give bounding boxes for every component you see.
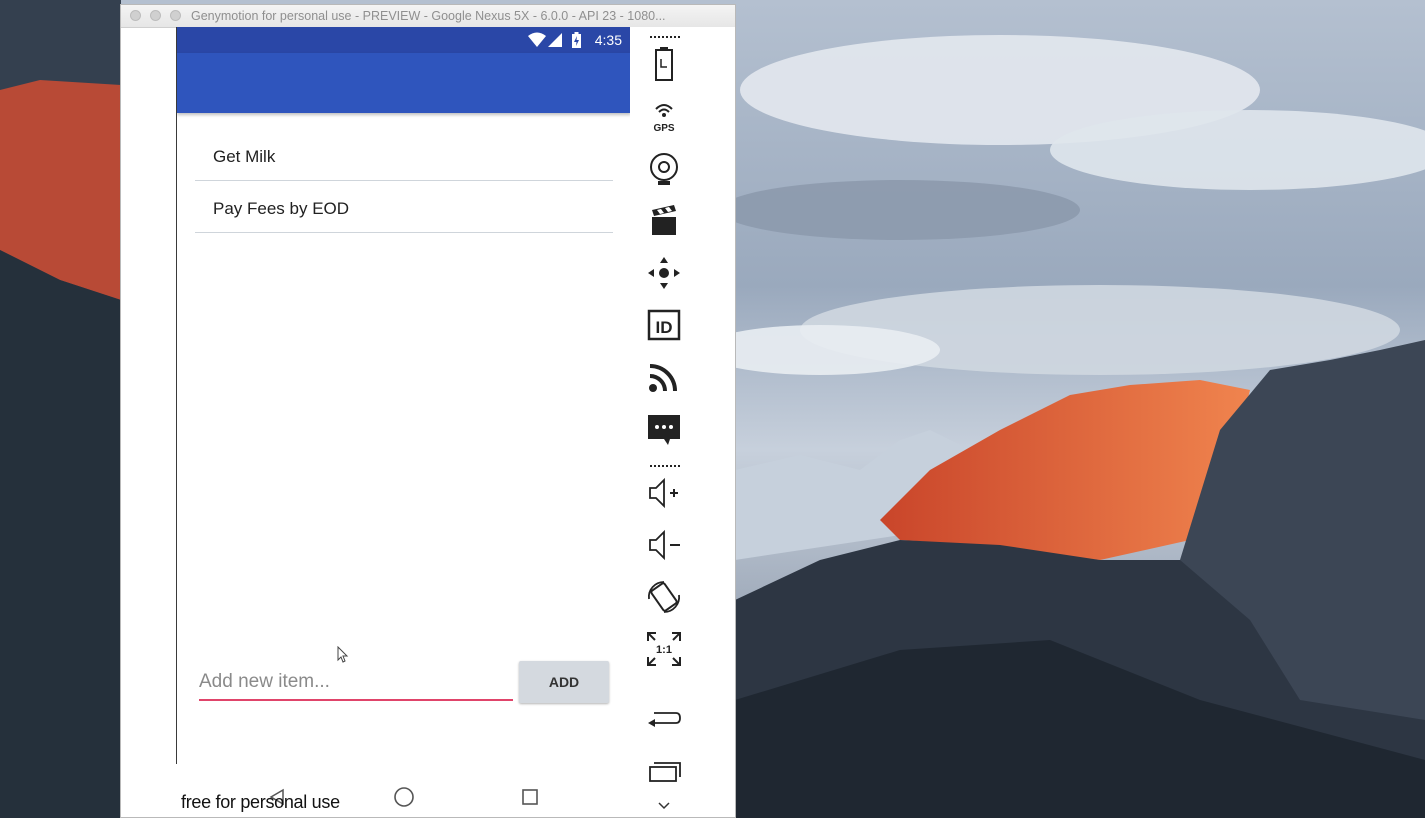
emulator-window: Genymotion for personal use - PREVIEW - … (121, 5, 735, 817)
sms-icon[interactable] (644, 409, 684, 449)
recent-apps-icon[interactable] (644, 753, 684, 793)
webcam-icon[interactable] (644, 149, 684, 189)
new-item-input[interactable] (199, 665, 513, 701)
window-title: Genymotion for personal use - PREVIEW - … (191, 9, 666, 23)
app-bar (177, 53, 631, 113)
list-item[interactable]: Pay Fees by EOD (195, 181, 613, 233)
minimize-window-button[interactable] (150, 10, 161, 21)
cell-signal-icon (548, 33, 562, 47)
close-window-button[interactable] (130, 10, 141, 21)
zoom-window-button[interactable] (170, 10, 181, 21)
status-bar: 4:35 (177, 27, 631, 53)
back-icon[interactable] (644, 699, 684, 739)
nav-home-icon[interactable] (393, 786, 415, 808)
mouse-cursor-icon (337, 646, 349, 663)
nav-recents-icon[interactable] (521, 788, 539, 806)
wifi-icon (528, 32, 546, 47)
side-toolbar: GPS ID 1:1 (630, 27, 735, 817)
dpad-icon[interactable] (644, 253, 684, 293)
device-screen[interactable]: 4:35 Get Milk Pay Fees by EOD ADD (176, 27, 632, 764)
pixel-perfect-icon[interactable]: 1:1 (644, 629, 684, 669)
add-button[interactable]: ADD (519, 661, 609, 703)
list-item[interactable]: Get Milk (195, 129, 613, 181)
network-icon[interactable] (644, 357, 684, 397)
toolbar-separator (650, 36, 680, 38)
device-id-icon[interactable]: ID (644, 305, 684, 345)
volume-down-icon[interactable] (644, 525, 684, 565)
svg-text:ID: ID (656, 318, 673, 337)
rotate-icon[interactable] (644, 577, 684, 617)
gps-icon[interactable]: GPS (644, 97, 684, 137)
capture-icon[interactable] (644, 201, 684, 241)
battery-charging-icon (572, 32, 581, 48)
status-time: 4:35 (594, 32, 622, 48)
battery-icon[interactable] (644, 45, 684, 85)
toolbar-separator (650, 465, 680, 467)
window-titlebar: Genymotion for personal use - PREVIEW - … (121, 5, 735, 28)
navigation-bar: free for personal use (176, 764, 631, 817)
chevron-down-icon[interactable] (644, 797, 684, 817)
todo-list: Get Milk Pay Fees by EOD (195, 129, 613, 233)
watermark-text: free for personal use (181, 792, 340, 812)
svg-text:GPS: GPS (653, 123, 674, 134)
volume-up-icon[interactable] (644, 473, 684, 513)
svg-text:1:1: 1:1 (656, 644, 672, 656)
